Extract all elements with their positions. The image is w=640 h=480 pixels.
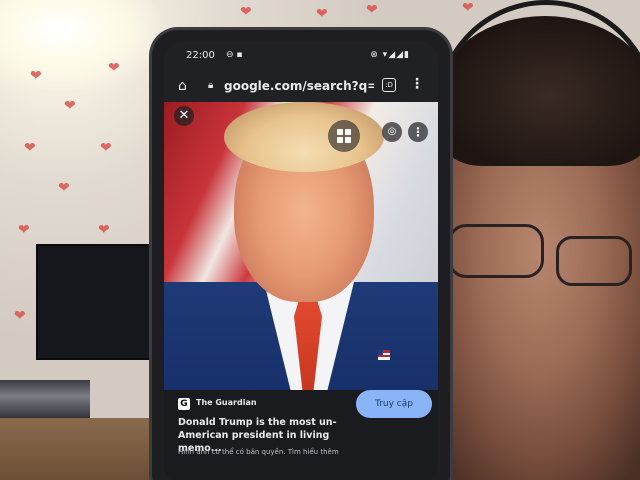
heart-decoration: ❤ [18, 222, 30, 238]
source-logo-icon: G [178, 398, 190, 410]
heart-decoration: ❤ [24, 140, 36, 156]
heart-decoration: ❤ [316, 6, 328, 22]
status-time: 22:00 [186, 50, 215, 61]
home-icon[interactable]: ⌂ [178, 78, 187, 94]
lock-icon[interactable]: 🔒︎ [208, 80, 213, 91]
television [36, 244, 152, 360]
more-icon[interactable]: ⋮ [408, 122, 428, 142]
status-bar: 22:00 ⊖ ▪ ⊗ ▾◢◢▮ [164, 42, 438, 68]
heart-decoration: ❤ [64, 98, 76, 114]
glasses-left-lens [448, 224, 544, 278]
phone-screen: 22:00 ⊖ ▪ ⊗ ▾◢◢▮ ⌂ 🔒︎ google.com/search?… [164, 42, 438, 480]
result-image[interactable] [164, 102, 438, 390]
signal-battery-icons: ⊗ ▾◢◢▮ [370, 50, 410, 60]
visit-button[interactable]: Truy cập [356, 390, 432, 418]
heart-decoration: ❤ [30, 68, 42, 84]
image-info-panel: G The Guardian Truy cập Donald Trump is … [164, 390, 438, 480]
heart-decoration: ❤ [366, 2, 378, 18]
heart-decoration: ❤ [240, 4, 252, 20]
glasses-right-lens [556, 236, 632, 286]
image-hair [224, 102, 384, 172]
lens-icon[interactable]: ◎ [382, 122, 402, 142]
tabs-icon[interactable]: :D [382, 78, 396, 92]
book-stack [0, 380, 90, 420]
menu-icon[interactable]: ⋮ [410, 76, 424, 92]
photo-scene: ❤ ❤ ❤ ❤ ❤ ❤ ❤ ❤ ❤ ❤ ❤ ❤ ❤ ❤ 22:00 ⊖ ▪ ⊗ … [0, 0, 640, 480]
lamp-glow [0, 0, 160, 90]
browser-url-bar: ⌂ 🔒︎ google.com/search?q=donal :D ⋮ [164, 68, 438, 104]
notification-icons: ⊖ ▪ [226, 50, 243, 60]
heart-decoration: ❤ [58, 180, 70, 196]
wooden-shelf [0, 418, 150, 480]
license-note[interactable]: Hình ảnh có thể có bản quyền. Tìm hiểu t… [178, 448, 339, 456]
heart-decoration: ❤ [100, 140, 112, 156]
grid-icon[interactable] [328, 120, 360, 152]
heart-decoration: ❤ [98, 222, 110, 238]
url-text[interactable]: google.com/search?q=donal [224, 79, 374, 93]
heart-decoration: ❤ [462, 0, 474, 16]
source-name[interactable]: The Guardian [196, 398, 257, 407]
close-icon[interactable]: ✕ [174, 106, 194, 126]
heart-decoration: ❤ [108, 60, 120, 76]
image-flag-pin [378, 350, 390, 360]
heart-decoration: ❤ [14, 308, 26, 324]
